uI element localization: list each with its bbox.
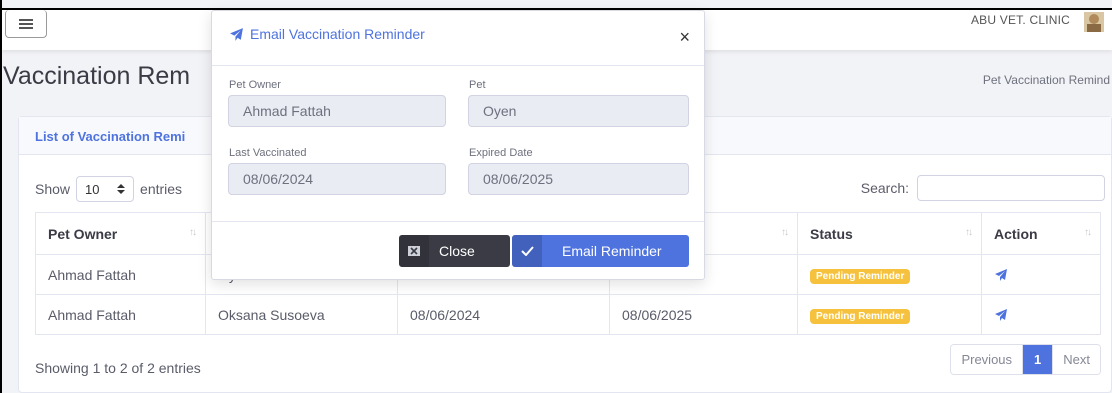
previous-page-button[interactable]: Previous bbox=[951, 345, 1024, 374]
email-reminder-modal: Email Vaccination Reminder × Pet Owner A… bbox=[211, 10, 705, 280]
chevron-updown-icon bbox=[117, 184, 126, 194]
sort-icon: ↑↓ bbox=[965, 227, 973, 238]
close-button[interactable]: Close bbox=[399, 235, 510, 267]
column-header-pet-owner[interactable]: Pet Owner ↑↓ bbox=[35, 212, 206, 255]
sort-icon: ↑↓ bbox=[1084, 227, 1092, 238]
cell-pet-owner: Ahmad Fattah bbox=[35, 294, 206, 335]
pet-owner-field[interactable]: Ahmad Fattah bbox=[228, 95, 446, 127]
entries-select-value: 10 bbox=[85, 181, 100, 197]
breadcrumb[interactable]: Pet Vaccination Remind bbox=[983, 73, 1110, 87]
last-vaccinated-label: Last Vaccinated bbox=[229, 147, 307, 159]
sort-icon: ↑↓ bbox=[189, 227, 197, 238]
entries-select[interactable]: 10 bbox=[76, 176, 135, 202]
frame-border-left bbox=[0, 0, 2, 393]
email-reminder-button[interactable]: Email Reminder bbox=[512, 235, 689, 267]
cell-status: Pending Reminder bbox=[797, 254, 982, 295]
modal-title-text: Email Vaccination Reminder bbox=[250, 26, 425, 42]
cell-pet: Oksana Susoeva bbox=[205, 294, 398, 335]
cell-expired-date: 08/06/2025 bbox=[609, 294, 798, 335]
menu-toggle-button[interactable] bbox=[5, 10, 47, 38]
close-icon bbox=[399, 235, 429, 267]
column-header-status[interactable]: Status ↑↓ bbox=[797, 212, 982, 255]
clinic-name[interactable]: ABU VET. CLINIC bbox=[971, 13, 1070, 27]
close-button-label: Close bbox=[439, 243, 475, 259]
page-1-button[interactable]: 1 bbox=[1023, 345, 1054, 374]
show-label: Show bbox=[35, 181, 71, 197]
pet-owner-label: Pet Owner bbox=[229, 79, 281, 91]
pet-label: Pet bbox=[469, 79, 486, 91]
cell-pet-owner: Ahmad Fattah bbox=[35, 254, 206, 295]
cell-status: Pending Reminder bbox=[797, 294, 982, 335]
paper-plane-icon[interactable] bbox=[994, 308, 1008, 322]
expired-date-label: Expired Date bbox=[469, 147, 533, 159]
close-icon[interactable]: × bbox=[679, 28, 690, 46]
entries-length-control: Show 10 entries bbox=[35, 176, 182, 202]
check-icon bbox=[512, 235, 542, 267]
cell-action bbox=[981, 254, 1101, 295]
column-header-action[interactable]: Action ↑↓ bbox=[981, 212, 1101, 255]
paper-plane-icon[interactable] bbox=[994, 268, 1008, 282]
table-row: Ahmad Fattah Oksana Susoeva 08/06/2024 0… bbox=[35, 294, 1101, 335]
menu-icon bbox=[19, 18, 33, 29]
status-badge: Pending Reminder bbox=[810, 268, 911, 284]
page-title: Vaccination Rem bbox=[3, 62, 191, 90]
search-input[interactable] bbox=[917, 175, 1105, 201]
next-page-button[interactable]: Next bbox=[1053, 345, 1100, 374]
email-reminder-button-label: Email Reminder bbox=[562, 243, 662, 259]
modal-footer bbox=[212, 221, 704, 222]
last-vaccinated-field[interactable]: 08/06/2024 bbox=[228, 163, 446, 195]
cell-last-vaccinated: 08/06/2024 bbox=[397, 294, 610, 335]
table-info: Showing 1 to 2 of 2 entries bbox=[35, 360, 201, 376]
modal-title: Email Vaccination Reminder bbox=[229, 26, 425, 42]
modal-header: Email Vaccination Reminder × bbox=[212, 11, 704, 66]
sort-icon: ↑↓ bbox=[781, 227, 789, 238]
search-label: Search: bbox=[860, 180, 909, 196]
search-control: Search: bbox=[861, 175, 1105, 201]
cell-action bbox=[981, 294, 1101, 335]
paper-plane-icon bbox=[230, 27, 243, 41]
pet-field[interactable]: Oyen bbox=[468, 95, 689, 127]
status-badge: Pending Reminder bbox=[810, 308, 911, 324]
expired-date-field[interactable]: 08/06/2025 bbox=[468, 163, 689, 195]
user-avatar-icon[interactable] bbox=[1080, 10, 1108, 32]
entries-label: entries bbox=[140, 181, 183, 197]
pagination: Previous 1 Next bbox=[950, 344, 1101, 375]
